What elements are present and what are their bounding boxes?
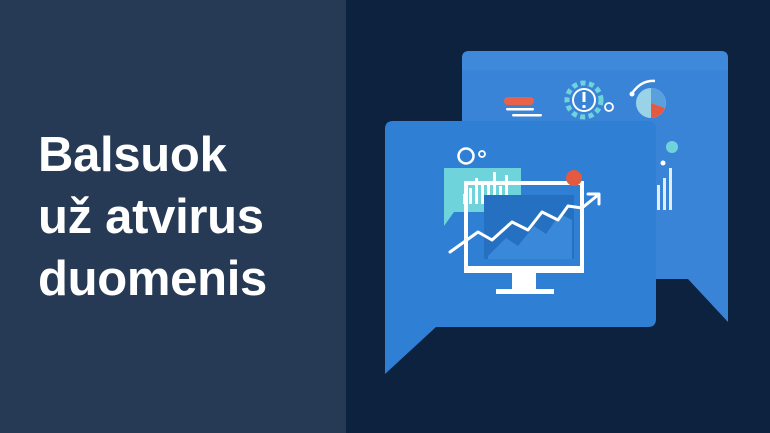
chat-bubbles-illustration <box>385 51 728 374</box>
banner: Balsuok už atvirus duomenis <box>0 0 770 433</box>
headline-line-3: duomenis <box>38 251 268 306</box>
headline: Balsuok už atvirus duomenis <box>38 124 267 310</box>
headline-line-2: už atvirus <box>38 189 264 244</box>
front-chat-bubble <box>385 121 656 374</box>
right-panel <box>346 0 770 433</box>
headline-line-1: Balsuok <box>38 127 227 182</box>
left-panel: Balsuok už atvirus duomenis <box>0 0 346 433</box>
